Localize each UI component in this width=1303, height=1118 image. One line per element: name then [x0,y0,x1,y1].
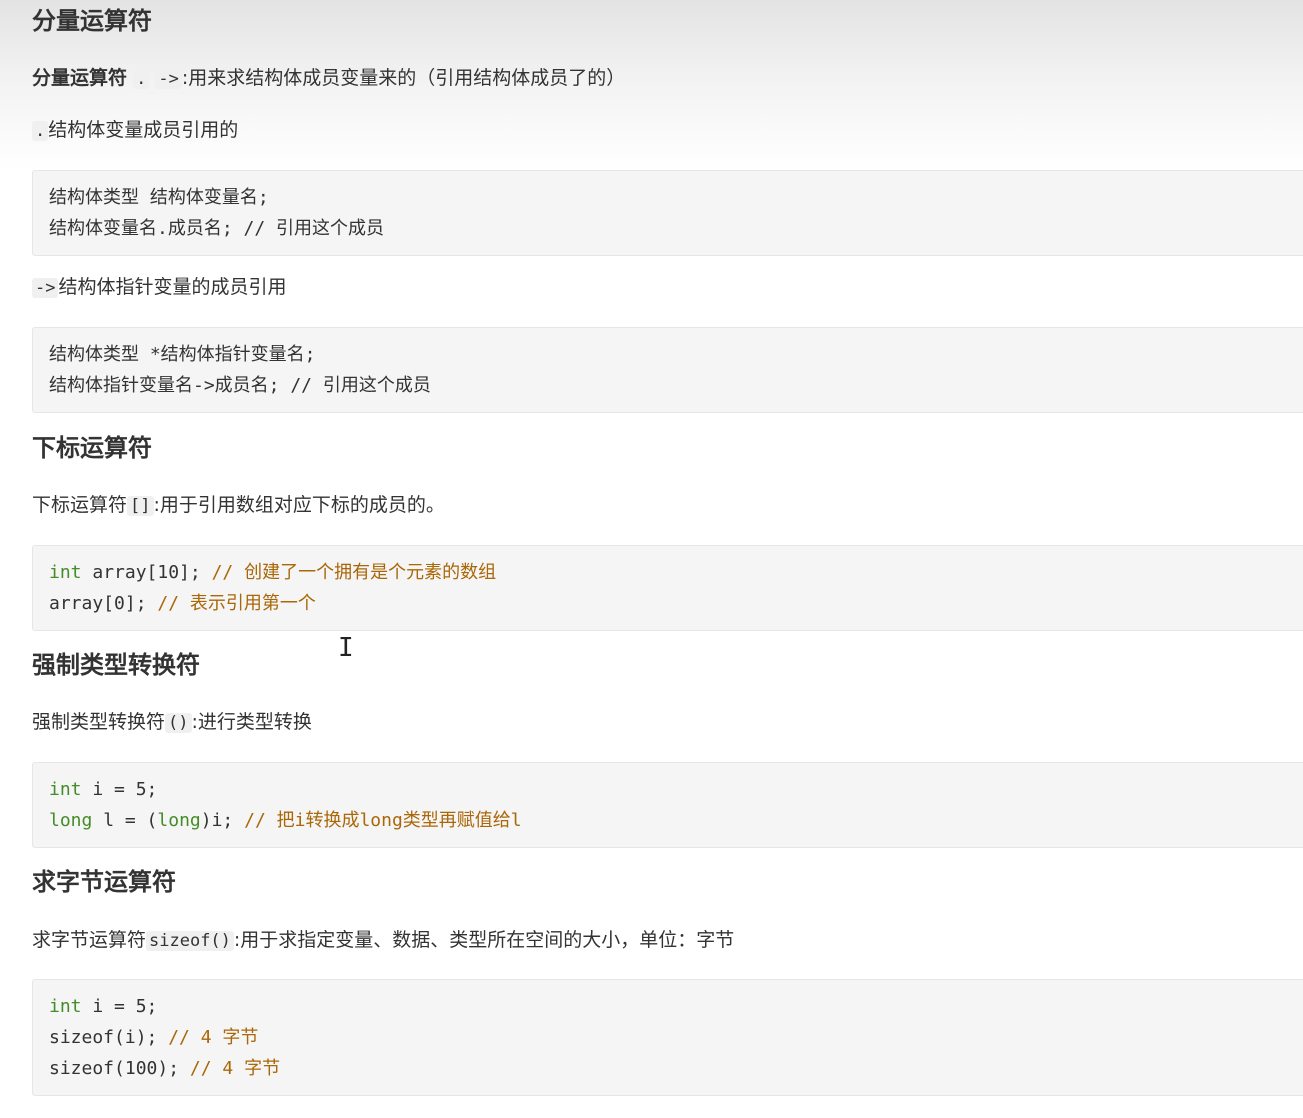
code-line: 结构体类型 结构体变量名; [49,187,269,208]
code-block-array[interactable]: int array[10]; // 创建了一个拥有是个元素的数组 array[0… [32,545,1303,631]
code-text: )i; [200,810,245,831]
heading-sizeof-operator: 求字节运算符 [32,868,176,896]
intro-rest: :用来求结构体成员变量来的（引用结构体成员了的） [181,67,626,89]
code-text: array[10]; [81,562,212,583]
intro-label: 分量运算符 [32,67,128,89]
code-text: i = 5; [81,779,158,800]
code-text: sizeof(i); [49,1027,169,1048]
sizeof-description: 求字节运算符 sizeof():用于求指定变量、数据、类型所在空间的大小，单位：字… [32,927,734,954]
arrow-description: -> 结构体指针变量的成员引用 [32,274,287,301]
arrow-text: 结构体指针变量的成员引用 [58,276,287,298]
code-block-struct-pointer[interactable]: 结构体类型 *结构体指针变量名; 结构体指针变量名->成员名; // 引用这个成… [32,327,1303,413]
keyword: int [49,779,82,800]
heading-cast-operator: 强制类型转换符 [32,651,200,679]
code-line: 结构体变量名.成员名; // 引用这个成员 [49,218,385,239]
text-cursor-icon: I [338,633,354,663]
subscript-description: 下标运算符[]:用于引用数组对应下标的成员的。 [32,492,445,519]
subscript-text: 下标运算符 [32,494,128,516]
code-comment: // 创建了一个拥有是个元素的数组 [211,562,497,583]
code-line: 结构体指针变量名->成员名; // 引用这个成员 [49,375,431,396]
sizeof-code: sizeof() [146,931,234,951]
sizeof-text: 求字节运算符 [32,929,147,951]
arrow-code: -> [32,278,59,298]
heading-component-operator: 分量运算符 [32,7,152,35]
code-block-struct-member[interactable]: 结构体类型 结构体变量名; 结构体变量名.成员名; // 引用这个成员 [32,170,1303,256]
code-line: int i = 5; [49,991,1295,1022]
keyword: long [49,810,93,831]
code-line: array[0]; // 表示引用第一个 [49,588,1295,619]
arrow-inline-code: -> [155,69,182,89]
code-line: int i = 5; [49,774,1295,805]
code-block-sizeof[interactable]: int i = 5; sizeof(i); // 4 字节 sizeof(100… [32,979,1303,1096]
heading-subscript-operator: 下标运算符 [32,434,152,462]
dot-code: . [32,121,49,141]
sizeof-text-after: :用于求指定变量、数据、类型所在空间的大小，单位：字节 [233,929,735,951]
cast-code: () [165,713,192,733]
code-line: sizeof(i); // 4 字节 [49,1022,1295,1053]
code-line: sizeof(100); // 4 字节 [49,1053,1295,1084]
dot-description: . 结构体变量成员引用的 [32,117,238,144]
cast-text-after: :进行类型转换 [191,711,312,733]
subscript-code: [] [127,496,154,516]
code-comment: // 把i转换成long类型再赋值给l [244,810,522,831]
code-text: sizeof(100); [49,1058,190,1079]
code-text: array[0]; [49,593,158,614]
code-line: 结构体类型 *结构体指针变量名; [49,344,316,365]
component-operator-intro: 分量运算符 . ->:用来求结构体成员变量来的（引用结构体成员了的） [32,65,625,92]
dot-inline-code: . [133,69,150,89]
code-line: int array[10]; // 创建了一个拥有是个元素的数组 [49,557,1295,588]
keyword: long [157,810,201,831]
code-text: l = ( [92,810,158,831]
code-text: i = 5; [81,996,158,1017]
code-block-cast[interactable]: int i = 5; long l = (long)i; // 把i转换成lon… [32,762,1303,848]
code-line: long l = (long)i; // 把i转换成long类型再赋值给l [49,805,1295,836]
keyword: int [49,996,82,1017]
keyword: int [49,562,82,583]
cast-description: 强制类型转换符():进行类型转换 [32,709,312,736]
dot-text: 结构体变量成员引用的 [48,119,239,141]
code-comment: // 表示引用第一个 [157,593,316,614]
subscript-text-after: :用于引用数组对应下标的成员的。 [153,494,445,516]
cast-text: 强制类型转换符 [32,711,166,733]
code-comment: // 4 字节 [168,1027,259,1048]
code-comment: // 4 字节 [189,1058,281,1079]
